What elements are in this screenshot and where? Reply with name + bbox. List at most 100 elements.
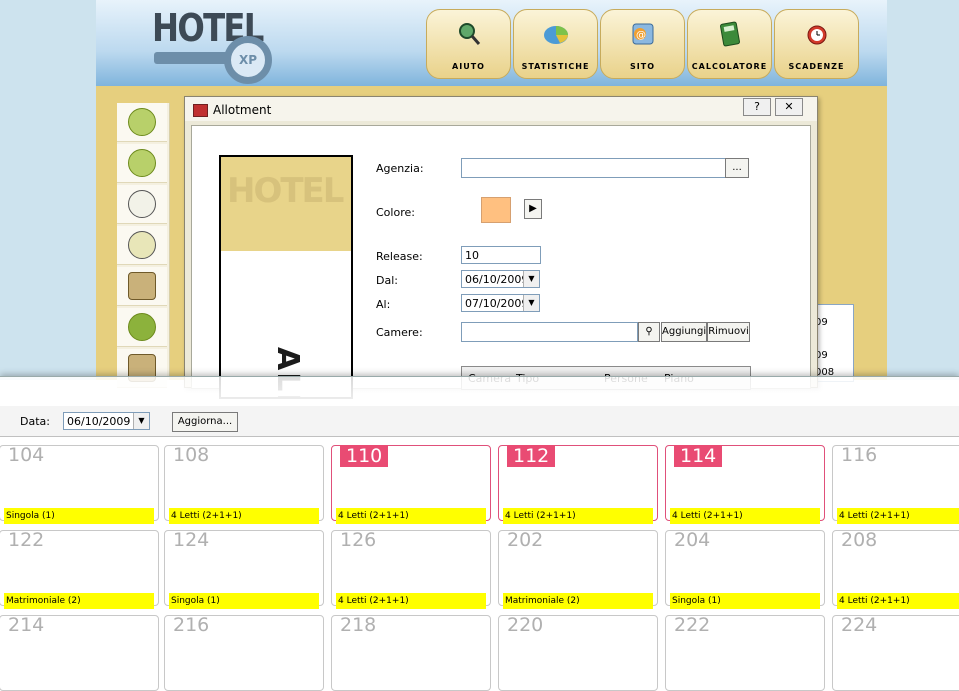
room-number: 126 — [340, 529, 377, 551]
colore-swatch[interactable] — [481, 197, 511, 223]
room-number: 124 — [173, 529, 210, 551]
room-type-label: 4 Letti (2+1+1) — [503, 508, 653, 524]
sidebar-item-tomato[interactable] — [117, 308, 167, 347]
allotment-dialog: Allotment ? ✕ HOTEL ALLOTMENT Agenzia: .… — [184, 96, 818, 399]
dialog-title: Allotment — [213, 103, 272, 117]
nav-button-scadenze[interactable]: SCADENZE — [774, 9, 859, 79]
data-date-picker[interactable]: 06/10/2009 ▼ — [63, 412, 150, 430]
room-type-label: Singola (1) — [169, 593, 319, 609]
sidebar-item-mug[interactable] — [117, 267, 167, 306]
room-card[interactable]: 126 4 Letti (2+1+1) — [331, 529, 491, 609]
room-type-label: 4 Letti (2+1+1) — [837, 508, 959, 524]
room-card[interactable]: 124 Singola (1) — [164, 529, 324, 609]
people-icon — [128, 108, 156, 136]
dialog-content: HOTEL ALLOTMENT Agenzia: ... Colore: ▶ R… — [191, 125, 811, 399]
allotment-icon — [193, 104, 208, 117]
room-card[interactable]: 114 4 Letti (2+1+1) — [665, 445, 825, 524]
room-number: 214 — [8, 614, 45, 636]
room-number: 218 — [340, 614, 377, 636]
room-card[interactable]: 218 — [331, 614, 491, 691]
aggiungi-button[interactable]: Aggiungi — [661, 322, 707, 342]
room-card[interactable]: 202 Matrimoniale (2) — [498, 529, 658, 609]
nav-button-sito[interactable]: @ SITO — [600, 9, 685, 79]
room-type-label: 4 Letti (2+1+1) — [670, 508, 820, 524]
calculator-icon — [720, 21, 740, 47]
background-list-panel: 09 09 008 — [812, 304, 854, 382]
sidebar-item-piggy-bank[interactable] — [117, 185, 167, 224]
nav-button-statistiche[interactable]: STATISTICHE — [513, 9, 598, 79]
room-card[interactable]: 214 — [0, 614, 159, 691]
room-card[interactable]: 204 Singola (1) — [665, 529, 825, 609]
chevron-down-icon[interactable]: ▼ — [523, 295, 539, 311]
room-type-label: Matrimoniale (2) — [4, 593, 154, 609]
room-type-label: 4 Letti (2+1+1) — [169, 508, 319, 524]
alarm-clock-icon — [807, 25, 827, 45]
colore-picker-button[interactable]: ▶ — [524, 199, 542, 219]
nav-label: AIUTO — [452, 62, 485, 71]
agenzia-input[interactable] — [461, 158, 726, 178]
room-card[interactable]: 224 — [832, 614, 959, 691]
camere-input[interactable] — [461, 322, 638, 342]
al-date-picker[interactable]: 07/10/2009 ▼ — [461, 294, 540, 312]
room-card[interactable]: 216 — [164, 614, 324, 691]
hotel-xp-logo: HOTEL XP — [150, 6, 272, 84]
piggy-bank-icon — [128, 190, 156, 218]
mug-icon — [128, 272, 156, 300]
room-card[interactable]: 116 4 Letti (2+1+1) — [832, 444, 959, 524]
tomato-icon — [128, 313, 156, 341]
chevron-down-icon[interactable]: ▼ — [523, 271, 539, 287]
room-number: 204 — [674, 529, 711, 551]
sidebar-item-people[interactable] — [117, 103, 167, 142]
magnifier-icon — [459, 23, 481, 45]
dal-label: Dal: — [376, 274, 398, 287]
globe-icon: @ — [632, 23, 654, 45]
room-number: 108 — [173, 444, 210, 466]
room-card[interactable]: 122 Matrimoniale (2) — [0, 529, 159, 609]
drink-icon — [128, 149, 156, 177]
room-number: 112 — [507, 445, 556, 467]
help-button[interactable]: ? — [743, 98, 771, 116]
room-card[interactable]: 110 4 Letti (2+1+1) — [331, 445, 491, 524]
room-type-label: Matrimoniale (2) — [503, 593, 653, 609]
room-type-label: 4 Letti (2+1+1) — [336, 508, 486, 524]
rimuovi-button[interactable]: Rimuovi — [707, 322, 750, 342]
room-card[interactable]: 220 — [498, 614, 658, 691]
room-card[interactable]: 208 4 Letti (2+1+1) — [832, 529, 959, 609]
binoculars-search-button[interactable]: ⚲ — [638, 322, 660, 342]
banner-hotel-text: HOTEL — [227, 171, 344, 211]
sidebar-item-cheese[interactable] — [117, 226, 167, 265]
close-button[interactable]: ✕ — [775, 98, 803, 116]
planner-toolbar: Data: 06/10/2009 ▼ Aggiorna... — [0, 406, 959, 437]
room-number: 224 — [841, 614, 878, 636]
agenzia-browse-button[interactable]: ... — [725, 158, 749, 178]
dal-date-value: 06/10/2009 — [465, 273, 529, 286]
dal-date-picker[interactable]: 06/10/2009 ▼ — [461, 270, 540, 288]
binoculars-icon: ⚲ — [645, 326, 653, 337]
camere-label: Camere: — [376, 326, 423, 339]
al-label: Al: — [376, 298, 391, 311]
nav-button-aiuto[interactable]: AIUTO — [426, 9, 511, 79]
room-type-label: Singola (1) — [4, 508, 154, 524]
room-card[interactable]: 222 — [665, 614, 825, 691]
allotment-banner: HOTEL ALLOTMENT — [219, 155, 353, 399]
al-date-value: 07/10/2009 — [465, 297, 529, 310]
release-label: Release: — [376, 250, 423, 263]
room-card[interactable]: 112 4 Letti (2+1+1) — [498, 445, 658, 524]
sidebar-item-drink[interactable] — [117, 144, 167, 183]
data-label: Data: — [20, 415, 50, 428]
room-number: 220 — [507, 614, 544, 636]
pie-chart-icon — [544, 26, 568, 44]
room-card[interactable]: 108 4 Letti (2+1+1) — [164, 444, 324, 524]
room-type-label: 4 Letti (2+1+1) — [837, 593, 959, 609]
top-navigation: AIUTO STATISTICHE @ SITO CALCOLATORE SCA… — [426, 9, 861, 79]
room-number: 222 — [674, 614, 711, 636]
room-number: 114 — [674, 445, 723, 467]
nav-button-calcolatore[interactable]: CALCOLATORE — [687, 9, 772, 79]
release-input[interactable]: 10 — [461, 246, 541, 264]
aggiorna-button[interactable]: Aggiorna... — [172, 412, 238, 432]
chevron-down-icon[interactable]: ▼ — [133, 413, 149, 429]
agenzia-label: Agenzia: — [376, 162, 424, 175]
logo-badge: XP — [224, 36, 272, 84]
room-card[interactable]: 104 Singola (1) — [0, 444, 159, 524]
room-number: 216 — [173, 614, 210, 636]
